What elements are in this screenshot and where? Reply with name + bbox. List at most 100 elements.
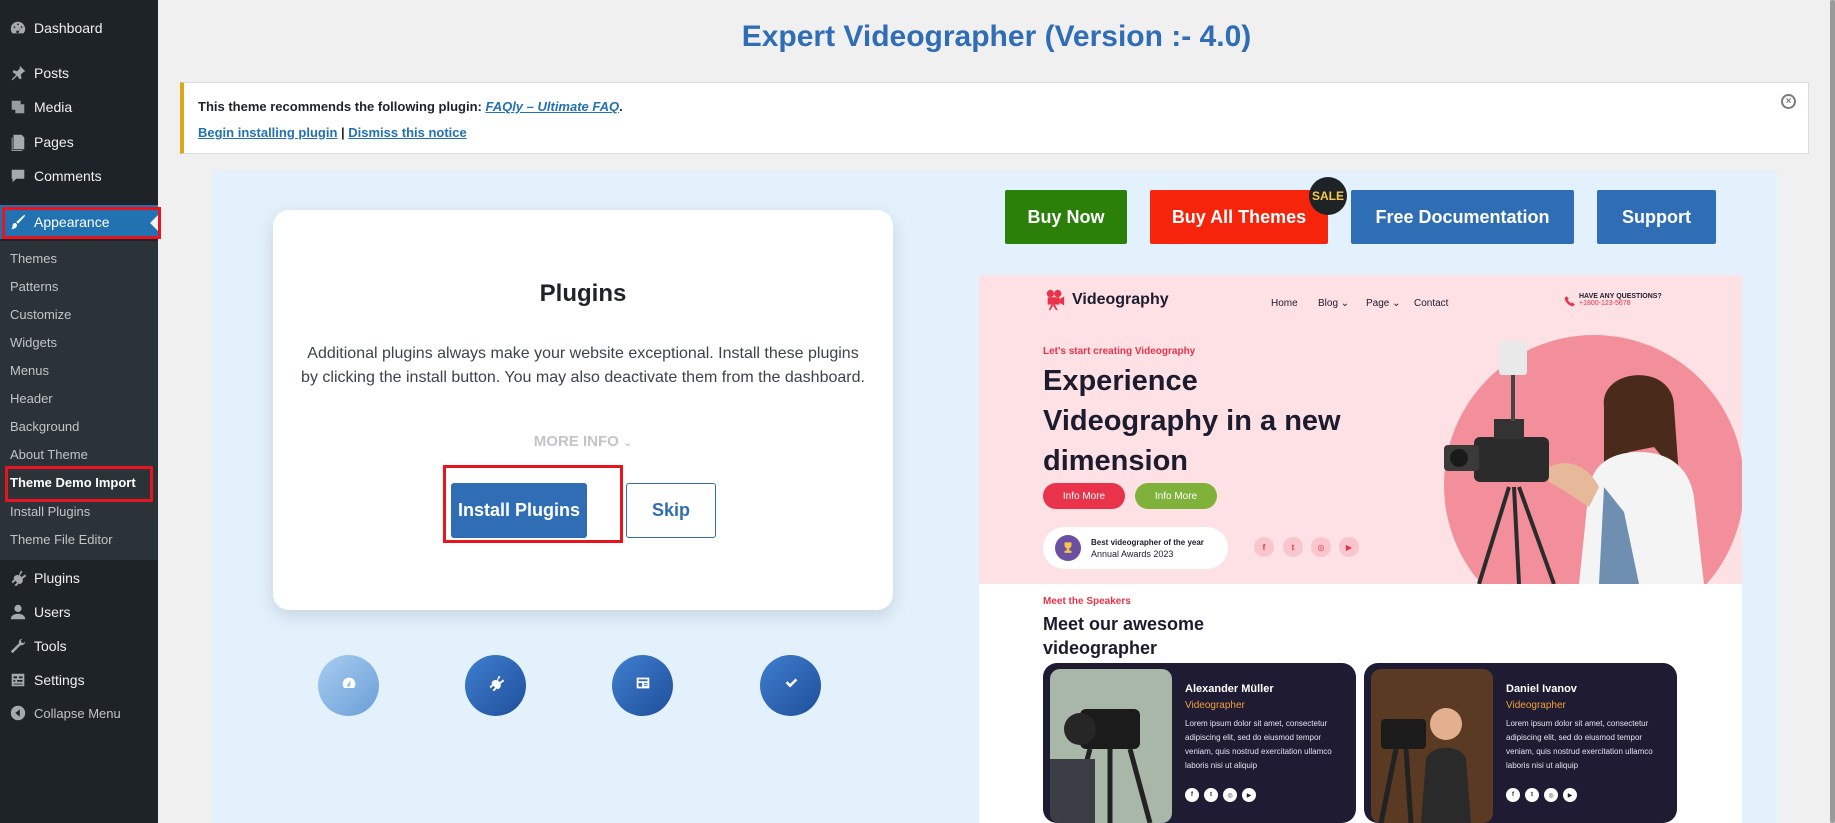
preview-tagline: Let's start creating Videography [1043, 346, 1196, 357]
sidebar-item-comments[interactable]: Comments [0, 159, 158, 193]
twitter-icon: t [1204, 788, 1218, 802]
page-title: Expert Videographer (Version :- 4.0) [741, 20, 1252, 53]
sidebar-item-label: Collapse Menu [34, 705, 121, 721]
comment-icon [8, 166, 28, 186]
sidebar-item-label: Settings [34, 672, 85, 688]
submenu-themes[interactable]: Themes [10, 251, 57, 266]
submenu-header[interactable]: Header [10, 391, 53, 406]
preview-nav-contact: Contact [1414, 298, 1449, 309]
skip-button[interactable]: Skip [626, 483, 716, 538]
preview-logo-text: Videography [1072, 291, 1169, 308]
card-title: Plugins [539, 280, 627, 307]
collapse-icon [8, 703, 28, 723]
step-finish[interactable] [760, 655, 821, 716]
close-icon[interactable]: × [1781, 94, 1796, 109]
dashboard-icon [340, 674, 358, 697]
page-scrollbar[interactable] [1830, 0, 1835, 823]
sidebar-item-media[interactable]: Media [0, 90, 158, 124]
more-info-label: MORE INFO [533, 433, 619, 450]
pin-icon [8, 63, 28, 83]
plugins-card: Plugins Additional plugins always make y… [273, 210, 893, 610]
sidebar-item-posts[interactable]: Posts [0, 56, 158, 90]
submenu-theme-file-editor[interactable]: Theme File Editor [10, 532, 113, 547]
media-icon [8, 97, 28, 117]
submenu-widgets[interactable]: Widgets [10, 335, 57, 350]
speaker-card: Daniel Ivanov Videographer Lorem ipsum d… [1364, 663, 1677, 823]
phone-icon [1564, 296, 1575, 307]
speakers-tag: Meet the Speakers [1043, 596, 1131, 607]
videographer-photo [1439, 337, 1729, 584]
sidebar-item-label: Media [34, 99, 73, 115]
sidebar-item-dashboard[interactable]: Dashboard [0, 11, 158, 45]
submenu-theme-demo-import[interactable]: Theme Demo Import [10, 475, 136, 490]
sidebar-item-plugins[interactable]: Plugins [0, 561, 158, 595]
preview-nav-blog: Blog ⌄ [1318, 298, 1350, 309]
sidebar-item-appearance[interactable]: Appearance [0, 205, 158, 239]
brush-icon [8, 212, 28, 232]
preview-award-badge: Best videographer of the year Annual Awa… [1043, 527, 1228, 569]
trophy-icon [1055, 535, 1081, 561]
buy-now-button[interactable]: Buy Now [1005, 190, 1127, 244]
plugin-notice: This theme recommends the following plug… [180, 82, 1809, 154]
sidebar-item-pages[interactable]: Pages [0, 125, 158, 159]
sidebar-item-settings[interactable]: Settings [0, 663, 158, 697]
sidebar-item-label: Plugins [34, 570, 80, 586]
submenu-about-theme[interactable]: About Theme [10, 447, 88, 462]
submenu-install-plugins[interactable]: Install Plugins [10, 504, 90, 519]
facebook-icon: f [1506, 788, 1520, 802]
layout-icon [634, 674, 652, 697]
submenu-menus[interactable]: Menus [10, 363, 49, 378]
buy-all-themes-button[interactable]: Buy All Themes [1150, 190, 1328, 244]
preview-nav-home: Home [1271, 298, 1298, 309]
free-documentation-button[interactable]: Free Documentation [1351, 190, 1574, 244]
preview-nav-page: Page ⌄ [1366, 298, 1401, 309]
sidebar-item-label: Tools [34, 638, 67, 654]
instagram-icon: ◎ [1544, 788, 1558, 802]
preview-logo: Videography [1044, 289, 1169, 311]
facebook-icon: f [1185, 788, 1199, 802]
sidebar-item-users[interactable]: Users [0, 595, 158, 629]
settings-icon [8, 670, 28, 690]
pages-icon [8, 132, 28, 152]
submenu-patterns[interactable]: Patterns [10, 279, 58, 294]
sidebar-item-label: Pages [34, 134, 74, 150]
wrench-icon [8, 636, 28, 656]
scrollbar-thumb[interactable] [1830, 0, 1835, 823]
facebook-icon: f [1254, 537, 1274, 557]
notice-period: . [619, 99, 623, 114]
speakers-title: Meet our awesome videographer [1043, 614, 1205, 658]
step-dashboard[interactable] [318, 655, 379, 716]
twitter-icon: t [1283, 537, 1303, 557]
begin-installing-link[interactable]: Begin installing plugin [198, 125, 337, 140]
submenu-background[interactable]: Background [10, 419, 79, 434]
sidebar-item-label: Appearance [34, 214, 110, 230]
chevron-down-icon: ⌄ [1340, 298, 1350, 309]
sidebar-item-tools[interactable]: Tools [0, 629, 158, 663]
more-info-toggle[interactable]: MORE INFO ⌄ [273, 433, 893, 450]
preview-headline: Experience Videography in a new dimensio… [1043, 365, 1341, 477]
chevron-down-icon: ⌄ [1392, 298, 1401, 309]
step-demo-content[interactable] [612, 655, 673, 716]
submenu-customize[interactable]: Customize [10, 307, 71, 322]
youtube-icon: ▶ [1242, 788, 1256, 802]
instagram-icon: ◎ [1223, 788, 1237, 802]
preview-info-more-button-2: Info More [1135, 483, 1217, 509]
preview-contact-info: HAVE ANY QUESTIONS? +1800-123-5678 [1579, 293, 1662, 307]
speaker-card: Alexander Müller Videographer Lorem ipsu… [1043, 663, 1356, 823]
instagram-icon: ◎ [1311, 537, 1331, 557]
sidebar-item-label: Dashboard [34, 20, 103, 36]
step-plugins[interactable] [465, 655, 526, 716]
preview-info-more-button: Info More [1043, 483, 1125, 509]
notice-plugin-link[interactable]: FAQly – Ultimate FAQ [485, 99, 619, 114]
preview-hero: Videography Home Blog ⌄ Page ⌄ Contact H… [979, 275, 1742, 584]
card-description: Additional plugins always make your webs… [301, 345, 865, 386]
sidebar-item-label: Users [34, 604, 71, 620]
dismiss-notice-link[interactable]: Dismiss this notice [348, 125, 466, 140]
theme-preview: Videography Home Blog ⌄ Page ⌄ Contact H… [979, 275, 1742, 823]
install-plugins-button[interactable]: Install Plugins [451, 483, 587, 538]
youtube-icon: ▶ [1339, 537, 1359, 557]
support-button[interactable]: Support [1597, 190, 1716, 244]
collapse-menu-button[interactable]: Collapse Menu [0, 696, 158, 730]
sale-badge: SALE [1309, 177, 1347, 215]
plugin-icon [487, 674, 505, 697]
